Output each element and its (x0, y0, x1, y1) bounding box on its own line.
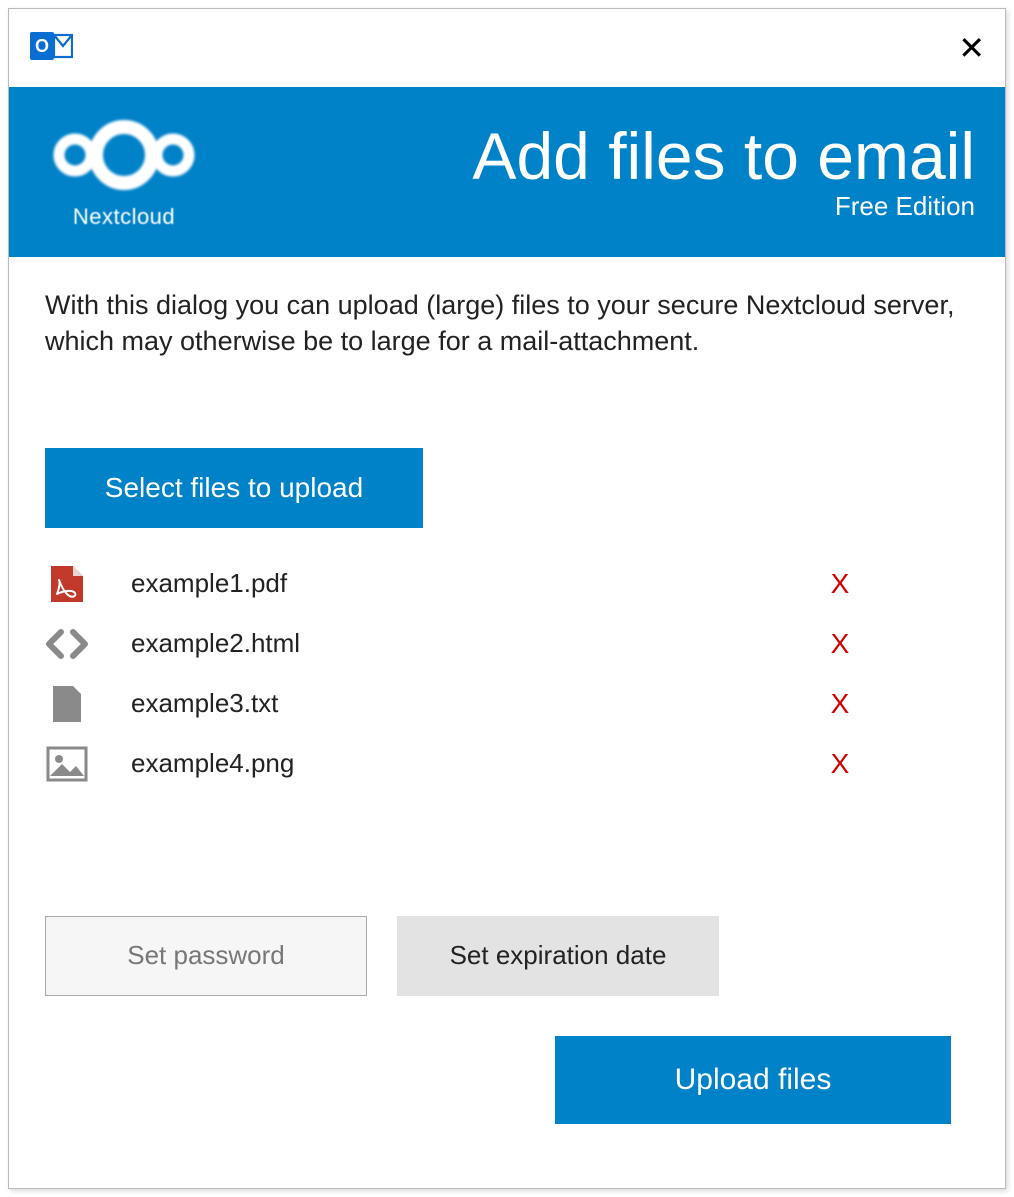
nextcloud-logo-icon (39, 115, 209, 200)
banner: Nextcloud Add files to email Free Editio… (9, 87, 1005, 257)
set-expiration-button[interactable]: Set expiration date (397, 916, 719, 996)
nextcloud-logo-text: Nextcloud (73, 204, 175, 230)
remove-file-button[interactable]: X (825, 568, 855, 600)
remove-file-button[interactable]: X (825, 688, 855, 720)
banner-subtitle: Free Edition (472, 191, 975, 222)
file-row: example3.txt X (45, 674, 855, 734)
banner-logo-block: Nextcloud (39, 115, 209, 230)
code-icon (45, 622, 89, 666)
dialog-body: With this dialog you can upload (large) … (9, 257, 1005, 1188)
file-name: example3.txt (131, 688, 825, 719)
file-name: example1.pdf (131, 568, 825, 599)
close-button[interactable]: ✕ (958, 32, 985, 64)
file-icon (45, 682, 89, 726)
image-icon (45, 742, 89, 786)
file-row: example2.html X (45, 614, 855, 674)
banner-title: Add files to email (472, 123, 975, 189)
file-row: example1.pdf X (45, 554, 855, 614)
file-name: example4.png (131, 748, 825, 779)
file-list: example1.pdf X example2.html X (45, 554, 855, 794)
select-files-button[interactable]: Select files to upload (45, 448, 423, 528)
svg-text:O: O (35, 36, 49, 56)
file-name: example2.html (131, 628, 825, 659)
banner-titles: Add files to email Free Edition (472, 123, 975, 222)
remove-file-button[interactable]: X (825, 748, 855, 780)
remove-file-button[interactable]: X (825, 628, 855, 660)
titlebar: O ✕ (9, 9, 1005, 87)
footer: Upload files (45, 1036, 969, 1124)
dialog-window: O ✕ Nextcloud Add files to email Free Ed… (8, 8, 1006, 1189)
description-text: With this dialog you can upload (large) … (45, 287, 969, 360)
set-password-button[interactable]: Set password (45, 916, 367, 996)
pdf-icon (45, 562, 89, 606)
file-row: example4.png X (45, 734, 855, 794)
options-row: Set password Set expiration date (45, 916, 969, 996)
upload-files-button[interactable]: Upload files (555, 1036, 951, 1124)
outlook-icon: O (29, 26, 73, 71)
